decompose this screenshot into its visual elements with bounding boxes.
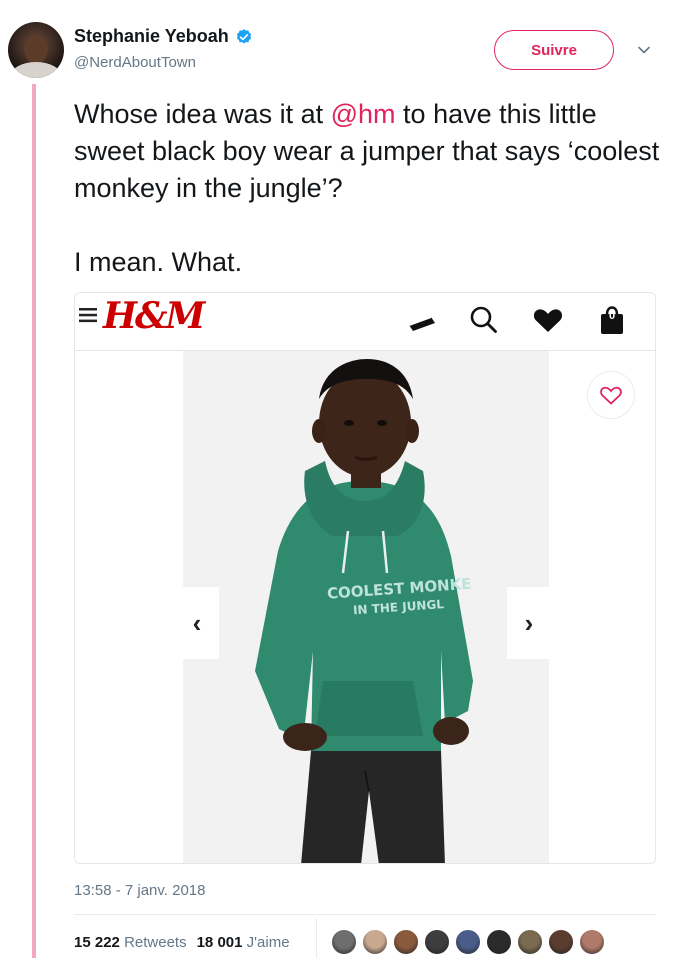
liker-avatar[interactable] xyxy=(578,928,606,956)
liker-avatar[interactable] xyxy=(392,928,420,956)
heart-outline-icon xyxy=(600,386,622,405)
chevron-down-icon[interactable] xyxy=(636,42,652,58)
avatar[interactable] xyxy=(8,22,64,78)
retweet-label: Retweets xyxy=(124,934,187,951)
heart-icon xyxy=(533,309,563,332)
liker-avatars[interactable] xyxy=(330,928,606,956)
tweet-paragraph-2: I mean. What. xyxy=(74,247,243,277)
stats-divider xyxy=(74,914,656,915)
thread-line xyxy=(32,84,36,958)
liker-avatar[interactable] xyxy=(516,928,544,956)
product-area: COOLEST MONKE IN THE JUNGL ‹ › xyxy=(75,351,655,863)
liker-avatar[interactable] xyxy=(423,928,451,956)
tweet-text-part-1: Whose idea was it at xyxy=(74,99,331,129)
like-label: J'aime xyxy=(246,934,290,951)
bag-count: 0 xyxy=(608,310,616,322)
tweet-media-image[interactable]: H&M 0 COOLEST MONKE IN THE JUNGL ‹ › xyxy=(74,292,656,864)
author-display-name[interactable]: Stephanie Yeboah xyxy=(74,26,229,47)
tweet-timestamp[interactable]: 13:58 - 7 janv. 2018 xyxy=(74,882,205,899)
liker-avatar[interactable] xyxy=(547,928,575,956)
liker-avatar[interactable] xyxy=(330,928,358,956)
tweet-stats: 15 222 Retweets 18 001 J'aime xyxy=(74,934,290,951)
favorite-button[interactable] xyxy=(587,371,635,419)
like-count: 18 001 xyxy=(196,934,243,951)
author-name-row[interactable]: Stephanie Yeboah xyxy=(74,26,253,47)
retweet-stat[interactable]: 15 222 Retweets xyxy=(74,934,187,951)
menu-icon xyxy=(79,308,97,323)
liker-avatar[interactable] xyxy=(485,928,513,956)
next-image-button[interactable]: › xyxy=(507,587,551,659)
liker-avatar[interactable] xyxy=(361,928,389,956)
hm-logo: H&M xyxy=(103,295,205,337)
product-photo: COOLEST MONKE IN THE JUNGL xyxy=(255,359,473,863)
search-icon xyxy=(470,306,497,333)
mention-link[interactable]: @hm xyxy=(331,99,396,129)
stats-separator xyxy=(316,918,317,958)
avatar-face xyxy=(24,34,48,64)
retweet-count: 15 222 xyxy=(74,934,120,951)
author-handle[interactable]: @NerdAboutTown xyxy=(74,54,196,71)
hm-site-header: H&M 0 xyxy=(75,293,655,351)
follow-button[interactable]: Suivre xyxy=(494,30,614,70)
tweet-paragraph-1: Whose idea was it at @hm to have this li… xyxy=(74,96,664,207)
previous-image-button[interactable]: ‹ xyxy=(175,587,219,659)
card-icon xyxy=(408,316,435,331)
like-stat[interactable]: 18 001 J'aime xyxy=(197,934,290,951)
verified-badge-icon xyxy=(236,28,251,44)
liker-avatar[interactable] xyxy=(454,928,482,956)
tweet-text: Whose idea was it at @hm to have this li… xyxy=(74,96,664,281)
avatar-shoulders xyxy=(10,62,62,78)
